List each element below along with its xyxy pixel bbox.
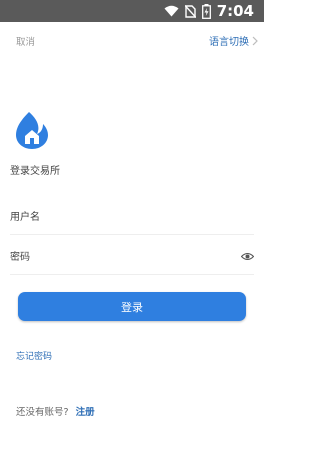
- login-button[interactable]: 登录: [18, 292, 246, 321]
- password-input[interactable]: [10, 240, 220, 274]
- username-input[interactable]: [10, 200, 220, 234]
- cancel-button[interactable]: 取消: [16, 34, 35, 48]
- register-question: 还没有账号?: [16, 407, 69, 418]
- battery-charging-icon: [201, 3, 211, 19]
- register-prompt: 还没有账号? 注册: [16, 404, 95, 418]
- flame-house-logo: [16, 112, 48, 149]
- page-subtitle: 登录交易所: [10, 166, 60, 177]
- language-switch-label: 语言切换: [209, 37, 249, 48]
- status-time: 7:04: [216, 2, 254, 20]
- chevron-right-icon: [252, 36, 258, 45]
- register-link[interactable]: 注册: [76, 407, 95, 418]
- forgot-password-link[interactable]: 忘记密码: [16, 349, 52, 362]
- wifi-icon: [164, 5, 179, 17]
- status-bar: 7:04: [0, 0, 264, 22]
- no-sim-icon: [184, 4, 196, 18]
- status-icons: 7:04: [164, 0, 254, 22]
- password-field: [10, 240, 254, 275]
- username-field: [10, 200, 254, 235]
- language-switch-button[interactable]: 语言切换: [209, 33, 258, 48]
- eye-icon[interactable]: [241, 250, 254, 263]
- top-bar: 取消 语言切换: [0, 22, 264, 60]
